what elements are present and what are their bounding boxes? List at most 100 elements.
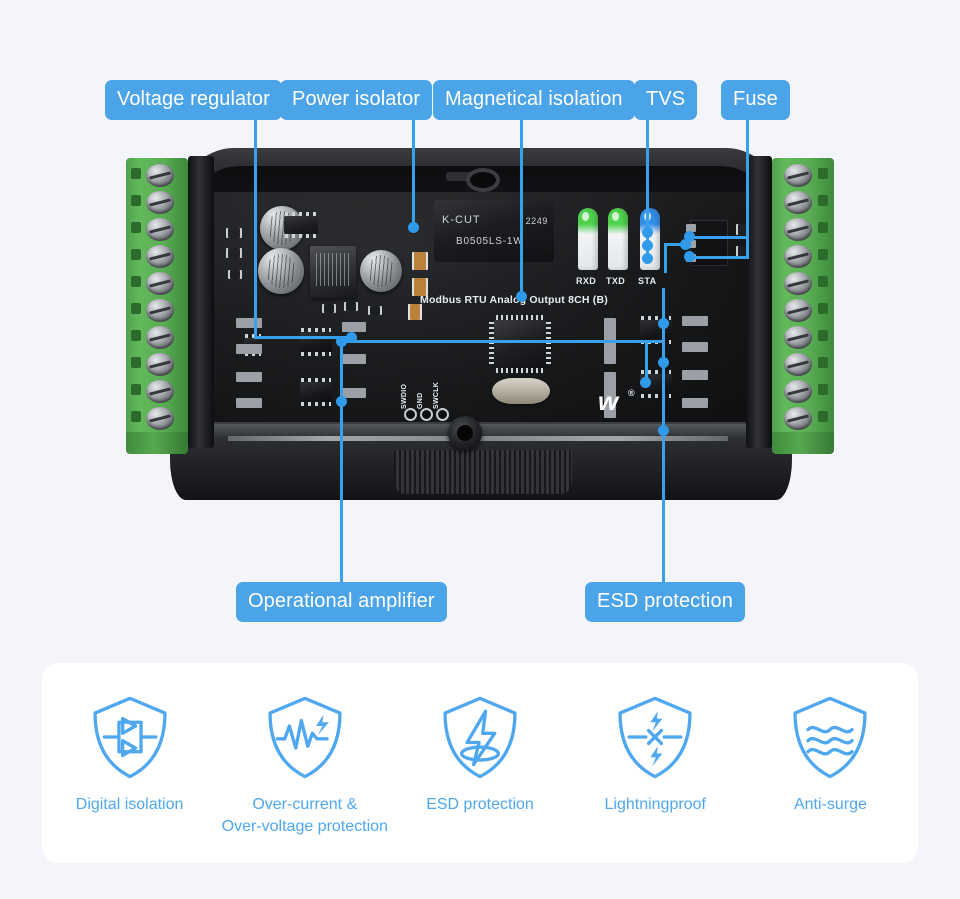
- terminal-block-base: [772, 432, 834, 454]
- feature-anti-surge[interactable]: Anti-surge: [743, 691, 918, 816]
- terminal-screw: [146, 164, 174, 187]
- swd-pad-swclk: [436, 408, 449, 421]
- pad-array-mid-1: [342, 322, 366, 332]
- feature-over-current-voltage[interactable]: Over-current & Over-voltage protection: [217, 691, 392, 837]
- callout-dot-tvs-2: [642, 240, 653, 251]
- callout-label-esd-protection[interactable]: ESD protection: [585, 582, 745, 622]
- smd-resistor-a: [226, 228, 242, 238]
- terminal-screw: [784, 245, 812, 268]
- isolation-transformer: [310, 246, 356, 298]
- callout-label-voltage-regulator[interactable]: Voltage regulator: [105, 80, 282, 120]
- pad-array-right-2: [682, 342, 708, 352]
- callout-line-voltage-regulator-vertical: [254, 120, 257, 339]
- mounting-standoff: [448, 416, 482, 450]
- terminal-screw: [146, 353, 174, 376]
- callout-line-operational-amplifier: [340, 340, 343, 585]
- callout-label-power-isolator[interactable]: Power isolator: [280, 80, 433, 120]
- terminal-screw: [784, 353, 812, 376]
- callout-dot-fuse-2: [684, 251, 695, 262]
- terminal-screw: [784, 164, 812, 187]
- terminal-screw: [146, 380, 174, 403]
- shield-esd-bolt-icon: [434, 691, 526, 783]
- callout-line-magnetical-isolation: [520, 120, 523, 296]
- shield-lightning-block-icon: [609, 691, 701, 783]
- feature-label-anti-surge: Anti-surge: [793, 796, 867, 813]
- callout-label-tvs[interactable]: TVS: [634, 80, 698, 120]
- pad-array-left-1: [236, 318, 262, 328]
- isolator-brand: K-CUT: [442, 214, 481, 226]
- terminal-screw: [784, 191, 812, 214]
- device-photo: K-CUT 2249 B0505LS-1W RXD TXD STA Modbus…: [126, 140, 834, 505]
- terminal-screw: [784, 326, 812, 349]
- callout-label-operational-amplifier[interactable]: Operational amplifier: [236, 582, 447, 622]
- feature-esd-protection[interactable]: ESD protection: [392, 691, 567, 816]
- terminal-screw: [784, 272, 812, 295]
- callout-line-esd-protection: [662, 288, 665, 585]
- terminal-wire-slot: [131, 195, 141, 206]
- smd-diode-2: [344, 302, 358, 311]
- feature-lightningproof[interactable]: Lightningproof: [568, 691, 743, 816]
- waveshare-logo-icon: w: [598, 386, 618, 416]
- mcu-pins-right: [546, 322, 551, 366]
- mcu-pins-top: [496, 315, 544, 320]
- callout-line-operational-amplifier-branch: [340, 340, 448, 343]
- electrolytic-capacitor-3: [360, 250, 402, 292]
- enclosure-rail-left: [188, 156, 214, 448]
- op-amp-1: [300, 328, 332, 356]
- feature-digital-isolation[interactable]: Digital isolation: [42, 691, 217, 816]
- terminal-block-left: [126, 158, 188, 454]
- terminal-block-base: [126, 432, 188, 454]
- terminal-screw: [146, 407, 174, 430]
- terminal-screw: [784, 299, 812, 322]
- smd-diode-1: [322, 304, 336, 313]
- terminal-wire-slot: [818, 195, 828, 206]
- callout-line-esd-chip-stub: [645, 340, 648, 382]
- terminal-screw: [784, 407, 812, 430]
- callout-line-fuse-branch-lower: [690, 256, 749, 259]
- callout-dot-tvs-3: [642, 253, 653, 264]
- terminal-wire-slot: [131, 303, 141, 314]
- feature-label-lightningproof: Lightningproof: [604, 796, 706, 813]
- led-label-rxd: RXD: [576, 276, 597, 286]
- swd-label-gnd: GND: [417, 392, 424, 409]
- terminal-screw: [146, 272, 174, 295]
- terminal-wire-slot: [818, 276, 828, 287]
- terminal-screw: [784, 380, 812, 403]
- callout-label-magnetical-isolation[interactable]: Magnetical isolation: [433, 80, 635, 120]
- shield-waveform-icon: [259, 691, 351, 783]
- terminal-wire-slot: [131, 222, 141, 233]
- callout-line-fuse-branch-upper: [690, 236, 749, 239]
- callout-dot-magnetical-isolation: [516, 291, 527, 302]
- led-txd: [608, 208, 628, 270]
- callout-dot-tvs-1: [642, 227, 653, 238]
- swd-debug-pads: [402, 406, 451, 423]
- product-callout-diagram: Voltage regulator Power isolator Magneti…: [0, 0, 960, 899]
- enclosure-screw-hole: [466, 168, 500, 192]
- callout-dot-operational-amplifier-2: [336, 396, 347, 407]
- callout-dot-power-isolator: [408, 222, 419, 233]
- terminal-screw: [146, 218, 174, 241]
- terminal-wire-slot: [131, 276, 141, 287]
- mcu-pins-bottom: [496, 368, 544, 373]
- pad-array-left-2: [236, 344, 262, 354]
- feature-card: Digital isolation Over-current & Over-vo…: [42, 663, 918, 863]
- terminal-wire-slot: [818, 222, 828, 233]
- callout-dot-esd-2: [658, 357, 669, 368]
- terminal-wire-slot: [818, 330, 828, 341]
- callout-dot-operational-amplifier-1: [336, 336, 347, 347]
- terminal-wire-slot: [818, 168, 828, 179]
- pad-array-right-4: [682, 398, 708, 408]
- led-label-sta: STA: [638, 276, 657, 286]
- pad-array-left-3: [236, 372, 262, 382]
- terminal-screw: [146, 245, 174, 268]
- callout-label-fuse[interactable]: Fuse: [721, 80, 790, 120]
- terminal-wire-slot: [131, 168, 141, 179]
- terminal-screw: [146, 326, 174, 349]
- isolator-part-number: B0505LS-1W: [456, 236, 524, 247]
- terminal-wire-slot: [131, 384, 141, 395]
- shield-waves-icon: [784, 691, 876, 783]
- waveshare-registered-mark: ®: [628, 388, 635, 398]
- callout-dot-voltage-regulator: [346, 332, 357, 343]
- terminal-screw: [784, 218, 812, 241]
- callout-dot-esd-3: [658, 425, 669, 436]
